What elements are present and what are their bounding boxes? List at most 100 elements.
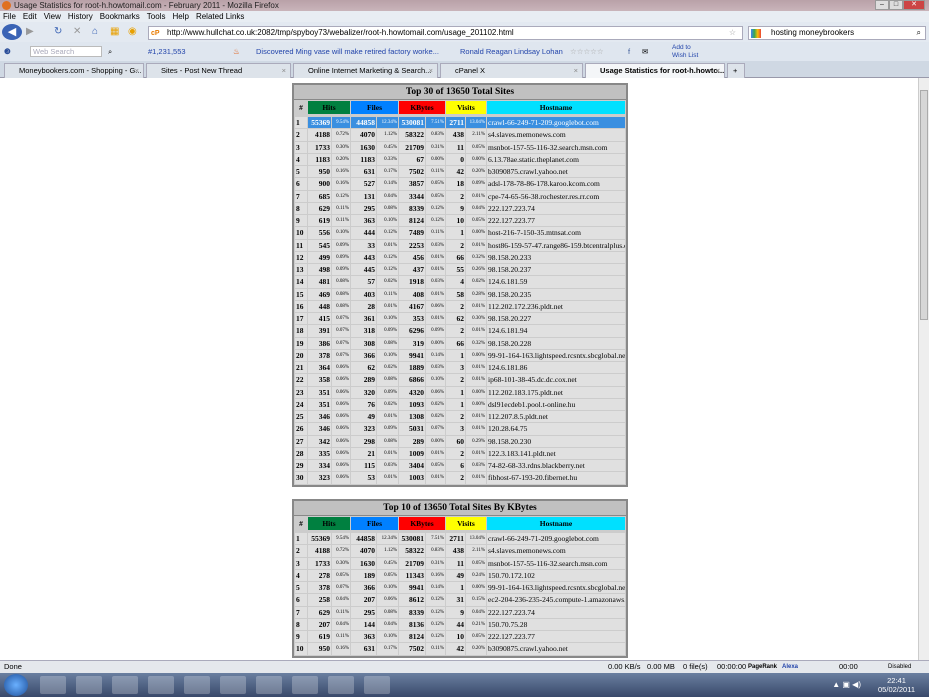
fire-icon[interactable]: ♨ [233,42,240,61]
search-icon[interactable]: ⌕ [917,27,921,39]
url-text: http://www.hullchat.co.uk:2082/tmp/spybo… [167,28,514,37]
visits-percent: 13.04% [466,117,486,129]
rating-stars[interactable]: ☆☆☆☆☆ [570,42,604,61]
tab-online-marketing[interactable]: Online Internet Marketing & Search... × [293,63,438,78]
taskbar-app[interactable] [220,676,246,694]
hits-percent: 0.04% [332,618,350,630]
speed: 0.00 KB/s [608,662,641,671]
files-percent: 0.33% [377,153,398,165]
kbytes-percent: 0.00% [426,153,445,165]
search-box[interactable]: hosting moneybrookers ⌕ [748,26,926,40]
disabled-label[interactable]: Disabled [888,661,911,673]
visits-value: 9 [446,606,465,618]
taskbar-firefox[interactable] [292,676,318,694]
visits-percent: 0.00% [466,386,486,398]
hostname: 124.6.181.86 [487,362,625,374]
files-value: 4070 [351,545,376,557]
close-tab-icon[interactable]: × [282,64,286,77]
reload-button[interactable]: ↻ [54,26,62,37]
close-tab-icon[interactable]: × [574,64,578,77]
tab-usage-statistics[interactable]: Usage Statistics for root-h.howto... × [585,63,725,78]
stop-button[interactable]: ✕ [73,26,81,37]
menu-bookmarks[interactable]: Bookmarks [100,11,140,22]
taskbar-app[interactable] [328,676,354,694]
hits-value: 950 [308,643,331,655]
files-value: 44858 [351,117,376,129]
kbytes-percent: 7.51% [426,117,445,129]
maximize-button[interactable]: □ [889,0,903,10]
row-number: 15 [295,288,307,300]
files-percent: 0.12% [377,227,398,239]
start-button[interactable] [4,674,28,696]
alexa-label[interactable]: Alexa [782,661,798,673]
kbytes-percent: 0.83% [426,545,445,557]
hits-percent: 0.11% [332,202,350,214]
visits-percent: 0.00% [466,153,486,165]
menu-tools[interactable]: Tools [147,11,166,22]
url-bar[interactable]: cP http://www.hullchat.co.uk:2082/tmp/spy… [148,26,743,40]
taskbar-skype[interactable] [256,676,282,694]
visits-percent: 0.00% [466,227,486,239]
visits-value: 2 [446,190,465,202]
tab-cpanel[interactable]: cPanel X × [440,63,583,78]
news-link[interactable]: Discovered Ming vase will make retired f… [256,42,439,61]
taskbar-app[interactable] [112,676,138,694]
hits-percent: 0.11% [332,606,350,618]
mail-icon[interactable]: ✉ [642,42,648,61]
kbytes-percent: 0.06% [426,386,445,398]
scrollbar-thumb[interactable] [920,90,928,320]
menu-history[interactable]: History [68,11,93,22]
bookmark-star-icon[interactable]: ☆ [729,27,736,39]
close-tab-icon[interactable]: × [135,64,139,77]
close-tab-icon[interactable]: × [429,64,433,77]
top-sites-by-kbytes-table: Top 10 of 13650 Total Sites By KBytes # H… [292,499,628,658]
add-to-wishlist-button[interactable]: Add to Wish List [672,44,702,60]
hits-value: 1733 [308,141,331,153]
row-number: 22 [295,374,307,386]
taskbar-app[interactable] [40,676,66,694]
vertical-scrollbar[interactable] [918,78,929,660]
system-tray-icons[interactable]: ▲ ▣ ◀) [832,680,861,689]
kbytes-value: 1308 [399,411,425,423]
menu-related-links[interactable]: Related Links [196,11,244,22]
tab-sites-post[interactable]: Sites - Post New Thread × [146,63,291,78]
kbytes-value: 530081 [399,533,425,545]
menu-help[interactable]: Help [172,11,188,22]
hits-value: 481 [308,276,331,288]
hits-percent: 0.12% [332,190,350,202]
kbytes-percent: 0.01% [426,313,445,325]
tab-moneybookers[interactable]: Moneybookers.com - Shopping - G... × [4,63,144,78]
link-lindsay-lohan[interactable]: Lindsay Lohan [514,42,563,61]
close-button[interactable]: ✕ [903,0,925,10]
menu-file[interactable]: File [3,11,16,22]
menu-edit[interactable]: Edit [23,11,37,22]
back-button[interactable]: ◀ [2,24,22,40]
apps-icon[interactable]: ▦ [110,26,119,37]
tab-label: Moneybookers.com - Shopping - G... [19,66,142,75]
link-ronald-reagan[interactable]: Ronald Reagan [460,42,512,61]
files-percent: 0.08% [377,606,398,618]
files-percent: 0.09% [377,423,398,435]
toolbar-logo-icon[interactable]: ❸ [4,42,11,61]
files-value: 44858 [351,533,376,545]
kbytes-percent: 0.00% [426,435,445,447]
taskbar-app[interactable] [76,676,102,694]
minimize-button[interactable]: – [875,0,889,10]
taskbar-app[interactable] [184,676,210,694]
magnifier-icon[interactable]: ⌕ [108,42,112,61]
taskbar-app[interactable] [148,676,174,694]
addon-icon[interactable]: ◉ [128,26,137,37]
facebook-icon[interactable]: f [628,42,630,61]
hits-value: 4188 [308,129,331,141]
home-button[interactable]: ⌂ [92,26,98,37]
close-tab-icon[interactable]: × [716,64,720,77]
forward-button[interactable]: ▶ [26,26,34,37]
hits-value: 386 [308,337,331,349]
row-number: 14 [295,276,307,288]
web-search-input[interactable]: Web Search [30,46,102,57]
taskbar-app[interactable] [364,676,390,694]
menu-view[interactable]: View [44,11,61,22]
clock[interactable]: 22:41 05/02/2011 [878,676,915,694]
new-tab-button[interactable]: + [727,63,745,78]
pagerank-label[interactable]: PageRank [748,661,777,673]
